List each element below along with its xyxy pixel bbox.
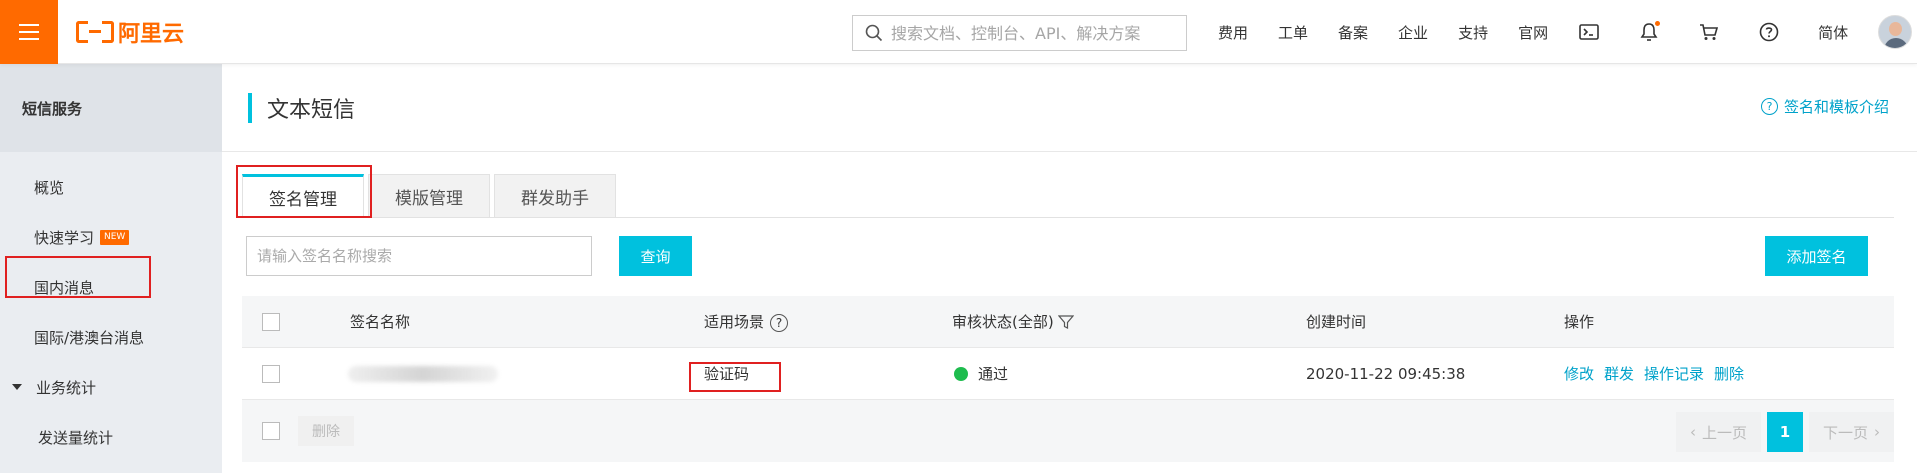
filter-funnel-icon bbox=[1057, 314, 1074, 329]
cloud-shell-button[interactable] bbox=[1578, 21, 1600, 43]
page-number-current[interactable]: 1 bbox=[1766, 412, 1803, 452]
tab-template-management[interactable]: 模版管理 bbox=[368, 174, 490, 218]
menu-toggle-button[interactable] bbox=[0, 0, 58, 64]
table-footer: 删除 ‹ 上一页 1 下一页 › bbox=[242, 400, 1894, 462]
sidebar-item-domestic-messages[interactable]: 国内消息 bbox=[0, 262, 222, 312]
signature-name-redacted bbox=[348, 365, 498, 382]
row-actions: 修改 群发 操作记录 删除 bbox=[1564, 363, 1754, 384]
notifications-button[interactable] bbox=[1638, 21, 1661, 43]
title-accent-bar bbox=[248, 93, 252, 123]
page-header: 文本短信 ? 签名和模板介绍 bbox=[222, 64, 1917, 152]
tab-signature-management[interactable]: 签名管理 bbox=[242, 174, 364, 218]
status-value: 通过 bbox=[978, 365, 1009, 383]
language-switch[interactable]: 简体 bbox=[1818, 22, 1848, 43]
nav-link-tickets[interactable]: 工单 bbox=[1278, 22, 1308, 43]
sidebar: 短信服务 概览 快速学习 NEW 国内消息 国际/港澳台消息 业务统计 发送量统… bbox=[0, 64, 222, 473]
search-input[interactable] bbox=[891, 23, 1181, 43]
question-icon bbox=[1759, 22, 1779, 42]
logo-text: 阿里云 bbox=[118, 22, 185, 47]
question-circle-icon[interactable]: ? bbox=[770, 313, 789, 332]
chevron-left-icon: ‹ bbox=[1689, 423, 1696, 441]
top-navigation-bar: 阿里云 费用 工单 备案 企业 支持 官网 简体 bbox=[0, 0, 1917, 64]
tab-bulk-send-assistant[interactable]: 群发助手 bbox=[494, 174, 616, 218]
sidebar-item-label: 发送量统计 bbox=[38, 428, 114, 447]
status-cell: 通过 bbox=[954, 363, 1008, 384]
search-icon bbox=[865, 24, 883, 42]
created-time-value: 2020-11-22 09:45:38 bbox=[1306, 364, 1466, 383]
next-page-button[interactable]: 下一页 › bbox=[1808, 412, 1894, 452]
delete-link[interactable]: 删除 bbox=[1714, 365, 1744, 383]
column-header-scene: 适用场景? bbox=[704, 311, 789, 332]
terminal-icon bbox=[1579, 24, 1599, 40]
chevron-right-icon: › bbox=[1874, 423, 1880, 441]
nav-link-fees[interactable]: 费用 bbox=[1218, 22, 1248, 43]
nav-link-support[interactable]: 支持 bbox=[1458, 22, 1488, 43]
bulk-send-link[interactable]: 群发 bbox=[1604, 365, 1634, 383]
pagination: ‹ 上一页 1 下一页 › bbox=[1675, 412, 1894, 452]
edit-link[interactable]: 修改 bbox=[1564, 365, 1594, 383]
cart-icon bbox=[1700, 24, 1719, 40]
global-search-box[interactable] bbox=[852, 15, 1187, 51]
nav-link-icp[interactable]: 备案 bbox=[1338, 22, 1368, 43]
query-button[interactable]: 查询 bbox=[619, 236, 692, 276]
hamburger-icon bbox=[19, 24, 39, 26]
aliyun-logo-icon bbox=[76, 21, 114, 43]
bulk-delete-button[interactable]: 删除 bbox=[298, 416, 354, 446]
sidebar-item-label: 国内消息 bbox=[34, 278, 95, 297]
signature-table: 签名名称 适用场景? 审核状态(全部) 创建时间 操作 验证码 通过 2020-… bbox=[242, 296, 1894, 462]
notification-dot bbox=[1655, 21, 1661, 26]
help-link-label: 签名和模板介绍 bbox=[1783, 98, 1889, 116]
row-checkbox[interactable] bbox=[262, 364, 280, 383]
sidebar-item-international-messages[interactable]: 国际/港澳台消息 bbox=[0, 312, 222, 362]
cart-button[interactable] bbox=[1698, 21, 1720, 43]
status-ok-icon bbox=[954, 366, 968, 381]
select-all-checkbox[interactable] bbox=[262, 312, 280, 331]
user-avatar[interactable] bbox=[1878, 15, 1913, 49]
nav-link-enterprise[interactable]: 企业 bbox=[1398, 22, 1428, 43]
tab-bar: 签名管理 模版管理 群发助手 bbox=[242, 174, 620, 218]
aliyun-logo[interactable]: 阿里云 bbox=[76, 18, 185, 47]
help-button[interactable] bbox=[1758, 21, 1780, 43]
signature-template-intro-link[interactable]: ? 签名和模板介绍 bbox=[1760, 96, 1889, 117]
column-header-status[interactable]: 审核状态(全部) bbox=[952, 311, 1074, 332]
sidebar-item-label: 国际/港澳台消息 bbox=[34, 328, 145, 347]
prev-page-button[interactable]: ‹ 上一页 bbox=[1675, 412, 1761, 452]
sidebar-item-send-volume-stats[interactable]: 发送量统计 bbox=[0, 412, 222, 462]
column-header-name: 签名名称 bbox=[350, 313, 411, 331]
sidebar-header: 短信服务 bbox=[0, 64, 222, 152]
signature-search-input[interactable] bbox=[246, 236, 592, 276]
scene-value: 验证码 bbox=[704, 365, 750, 383]
caret-down-icon bbox=[12, 384, 22, 390]
page-title: 文本短信 bbox=[267, 98, 356, 123]
new-badge: NEW bbox=[100, 229, 130, 245]
sidebar-item-label: 概览 bbox=[34, 178, 65, 197]
add-signature-button[interactable]: 添加签名 bbox=[1765, 236, 1868, 276]
footer-select-checkbox[interactable] bbox=[262, 422, 280, 440]
column-header-created: 创建时间 bbox=[1306, 313, 1367, 331]
column-header-actions: 操作 bbox=[1564, 313, 1595, 331]
nav-link-official-site[interactable]: 官网 bbox=[1518, 22, 1548, 43]
sidebar-item-label: 快速学习 bbox=[34, 228, 95, 247]
sidebar-item-label: 业务统计 bbox=[36, 378, 97, 397]
table-row: 验证码 通过 2020-11-22 09:45:38 修改 群发 操作记录 删除 bbox=[242, 348, 1894, 400]
sidebar-group-business-stats[interactable]: 业务统计 bbox=[0, 362, 222, 412]
sidebar-item-overview[interactable]: 概览 bbox=[0, 162, 222, 212]
top-links: 费用 工单 备案 企业 支持 官网 简体 bbox=[1218, 0, 1913, 64]
question-circle-icon: ? bbox=[1760, 98, 1778, 115]
table-header-row: 签名名称 适用场景? 审核状态(全部) 创建时间 操作 bbox=[242, 296, 1894, 348]
sidebar-item-quick-learn[interactable]: 快速学习 NEW bbox=[0, 212, 222, 262]
operation-log-link[interactable]: 操作记录 bbox=[1644, 365, 1704, 383]
tab-underline bbox=[242, 217, 1894, 218]
